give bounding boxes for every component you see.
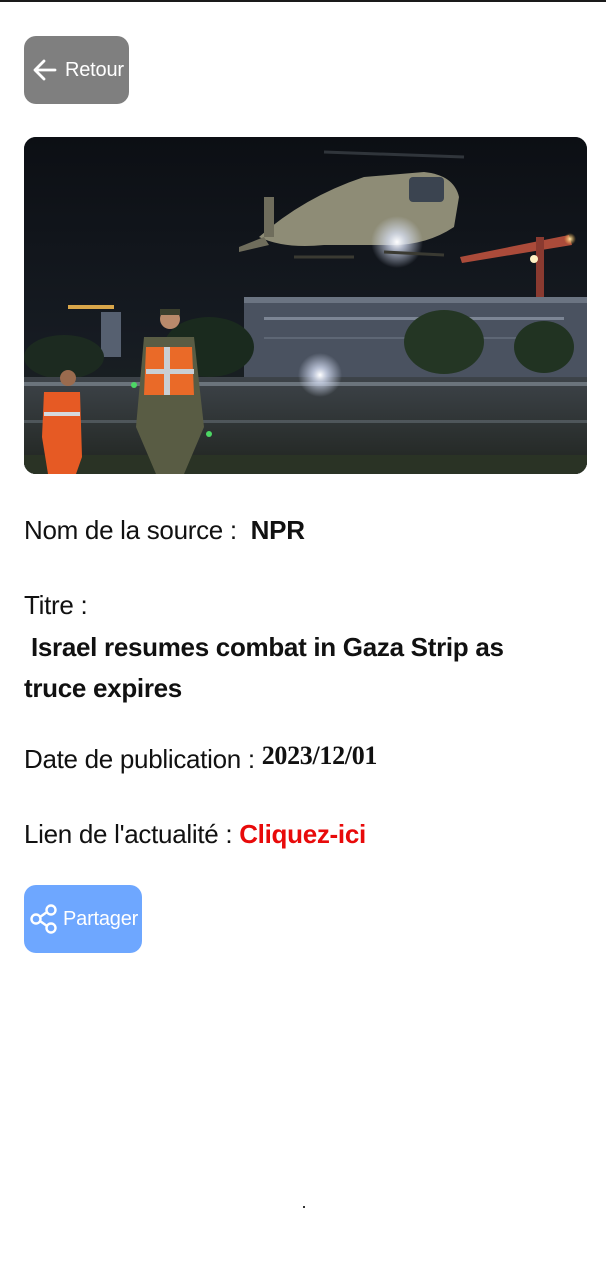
arrow-left-icon [31,56,59,84]
date-label: Date de publication : [24,744,255,774]
date-row: Date de publication : 2023/12/01 [24,741,378,777]
source-value: NPR [250,515,305,545]
source-label: Nom de la source : [24,515,237,545]
article-image [24,137,587,474]
share-button[interactable]: Partager [24,885,142,953]
title-label: Titre : [24,590,88,620]
source-row: Nom de la source : NPR [24,513,305,547]
scroll-dot [303,1206,305,1208]
article-link[interactable]: Cliquez-ici [239,819,366,849]
back-button[interactable]: Retour [24,36,129,104]
link-row: Lien de l'actualité : Cliquez-ici [24,817,366,851]
link-label: Lien de l'actualité : [24,819,233,849]
date-value: 2023/12/01 [261,741,378,770]
back-button-label: Retour [65,58,124,81]
top-divider [0,0,606,2]
share-button-label: Partager [63,907,139,930]
share-icon [28,903,60,935]
article-title: Israel resumes combat in Gaza Strip as t… [24,627,564,709]
article-title-text: Israel resumes combat in Gaza Strip as t… [24,632,504,703]
